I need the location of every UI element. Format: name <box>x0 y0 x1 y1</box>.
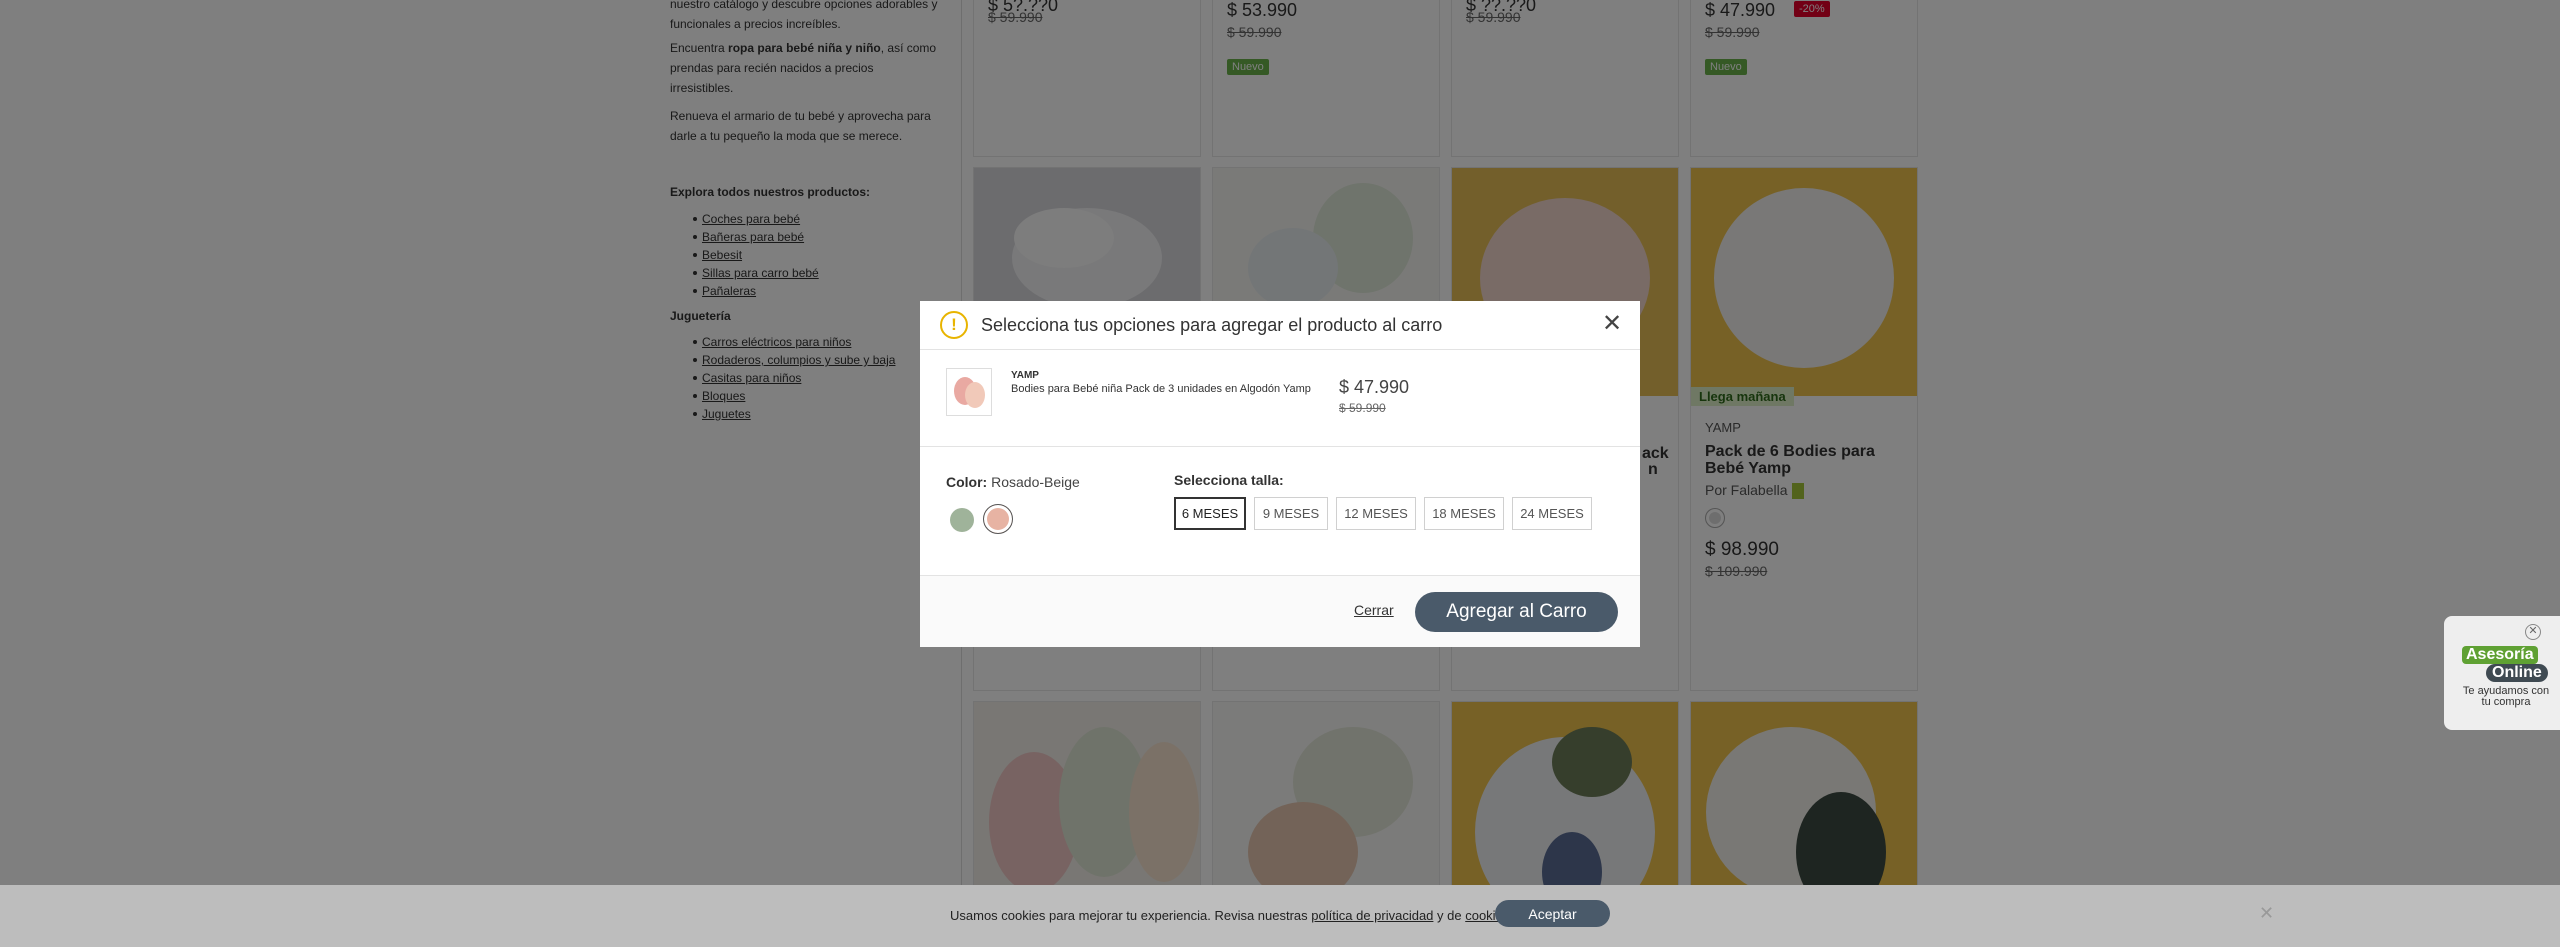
modal-header: ! Selecciona tus opciones para agregar e… <box>920 301 1640 350</box>
close-icon[interactable]: ✕ <box>1602 311 1622 337</box>
product-thumbnail <box>946 368 992 416</box>
color-label: Color: Rosado-Beige <box>946 474 1080 490</box>
modal-footer: Cerrar Agregar al Carro <box>920 576 1640 647</box>
modal-title: Selecciona tus opciones para agregar el … <box>981 315 1443 335</box>
close-icon[interactable]: ✕ <box>2259 903 2274 924</box>
color-swatch[interactable] <box>983 504 1013 534</box>
add-to-cart-modal: ! Selecciona tus opciones para agregar e… <box>920 301 1640 647</box>
modal-options: Color: Rosado-Beige Selecciona talla: 6 … <box>920 447 1640 576</box>
size-label: Selecciona talla: <box>1174 472 1284 488</box>
close-icon[interactable]: ✕ <box>2525 624 2541 640</box>
size-option[interactable]: 6 MESES <box>1174 497 1246 530</box>
privacy-policy-link[interactable]: política de privacidad <box>1311 908 1433 923</box>
cookie-accept-button[interactable]: Aceptar <box>1495 900 1610 927</box>
product-price: $ 47.990 <box>1339 377 1410 397</box>
chat-title-line1: Asesoría <box>2462 646 2538 664</box>
modal-product-summary: YAMP Bodies para Bebé niña Pack de 3 uni… <box>920 350 1640 447</box>
chat-title-line2: Online <box>2486 664 2548 682</box>
add-to-cart-button[interactable]: Agregar al Carro <box>1415 592 1618 632</box>
size-option[interactable]: 24 MESES <box>1512 497 1592 530</box>
cookie-text: Usamos cookies para mejorar tu experienc… <box>950 908 1513 923</box>
bodies-pink-thumbnail <box>954 377 985 408</box>
size-option[interactable]: 9 MESES <box>1254 497 1328 530</box>
close-button[interactable]: Cerrar <box>1354 602 1394 618</box>
cookie-bar: Usamos cookies para mejorar tu experienc… <box>0 885 2560 947</box>
size-option[interactable]: 12 MESES <box>1336 497 1416 530</box>
product-old-price: $ 59.990 <box>1339 401 1386 415</box>
product-brand: YAMP <box>1011 370 1039 381</box>
size-option[interactable]: 18 MESES <box>1424 497 1504 530</box>
color-swatch[interactable] <box>950 508 974 532</box>
chat-widget[interactable]: ✕ Asesoría Online Te ayudamos con tu com… <box>2444 616 2560 730</box>
selected-color-name: Rosado-Beige <box>991 474 1080 490</box>
chat-subtitle: Te ayudamos con tu compra <box>2462 685 2550 708</box>
product-name: Bodies para Bebé niña Pack de 3 unidades… <box>1011 383 1311 395</box>
exclamation-icon: ! <box>940 311 968 339</box>
